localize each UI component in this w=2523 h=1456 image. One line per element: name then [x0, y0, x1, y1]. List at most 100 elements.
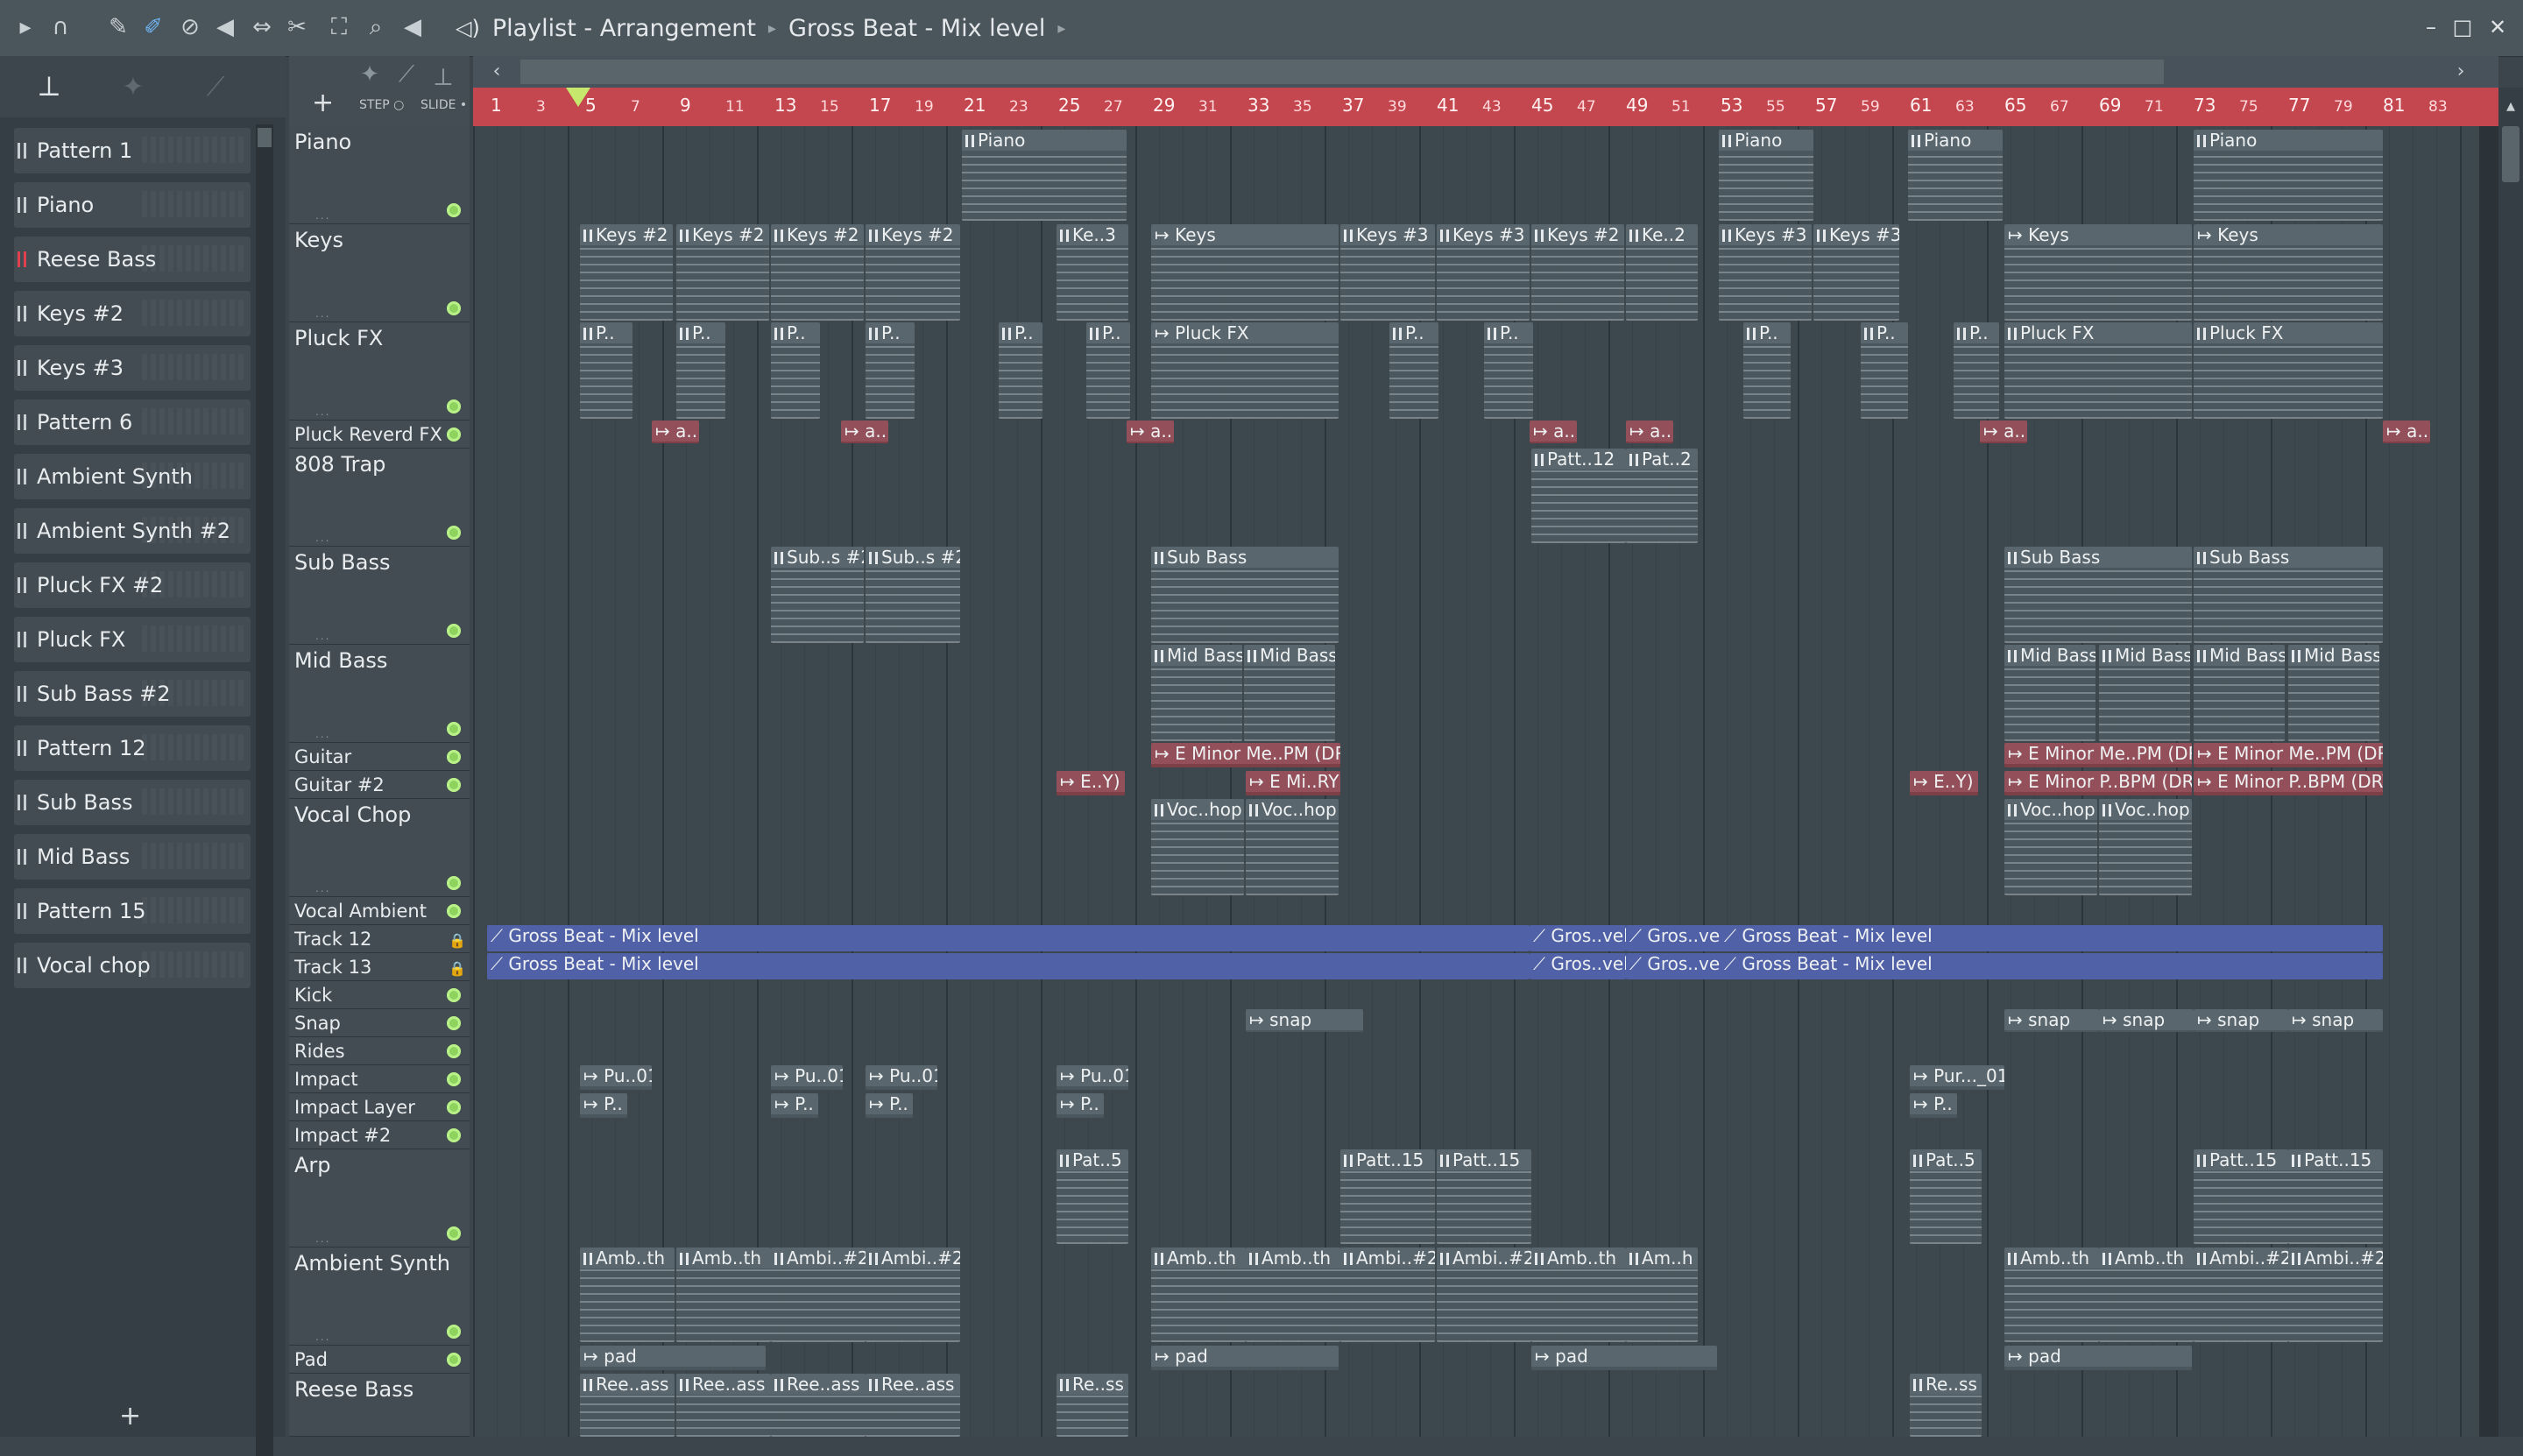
playlist-clip[interactable]: ↦ Pu..01 [771, 1065, 843, 1090]
add-track-button[interactable]: + [312, 88, 334, 118]
playlist-clip[interactable]: Ke..2 [1626, 224, 1698, 321]
playlist-clip[interactable]: ↦ E..Y) [1910, 771, 1978, 795]
playlist-clip[interactable]: Sub Bass [2194, 547, 2383, 643]
step-toggle[interactable]: STEP ○ [359, 98, 404, 112]
playlist-clip[interactable]: Keys #2 [866, 224, 960, 321]
playlist-clip[interactable]: Pat..5 [1910, 1149, 1982, 1244]
track-enable-led[interactable] [447, 988, 461, 1002]
playlist-clip[interactable]: Ree..ass [676, 1374, 771, 1437]
playlist-clip[interactable]: Pat..5 [1057, 1149, 1128, 1244]
playlist-clip[interactable]: ↦ P.. [1910, 1093, 1957, 1118]
track-header[interactable]: Mid Bass... [289, 645, 470, 743]
playlist-clip[interactable]: ↦ P.. [580, 1093, 627, 1118]
playlist-clip[interactable]: ↦ snap [2099, 1009, 2194, 1032]
playlist-clip[interactable]: ↦ pad [1151, 1346, 1339, 1370]
playlist-clip[interactable]: ↦ E Minor Me..PM (DRY) [2194, 743, 2383, 767]
track-enable-led[interactable] [447, 1325, 461, 1339]
playlist-clip[interactable]: Ambi..#2 [771, 1247, 866, 1342]
maximize-icon[interactable]: □ [2448, 12, 2477, 42]
playlist-clip[interactable]: ↦ Keys [2194, 224, 2383, 321]
pattern-item[interactable]: Sub Bass [14, 780, 251, 825]
automation-clip-icon[interactable]: ⟋ [391, 61, 422, 88]
playlist-clip[interactable]: Keys #2 [676, 224, 769, 321]
track-enable-led[interactable] [447, 750, 461, 764]
slide-toggle[interactable]: SLIDE • [420, 98, 467, 112]
playlist-clip[interactable]: Keys #2 [1531, 224, 1624, 321]
playlist-clip[interactable]: P.. [1743, 322, 1791, 419]
play-arrow-icon[interactable]: ▸ [11, 12, 40, 42]
speaker-icon[interactable]: ◁) [456, 16, 480, 40]
playlist-clip[interactable]: Ambi..#2 [1340, 1247, 1435, 1342]
time-ruler[interactable]: 1 5 9 13 17 21 25 29 33 37 41 45 49 53 57 61 65 69 73 77 81 3… [473, 88, 2498, 126]
playlist-clip[interactable]: ↦ snap [1246, 1009, 1363, 1032]
pencil-icon[interactable]: ✎ [103, 12, 133, 42]
pattern-item[interactable]: Pattern 1 [14, 128, 251, 173]
pattern-item[interactable]: Mid Bass [14, 834, 251, 880]
playlist-clip[interactable]: P.. [1484, 322, 1533, 419]
playlist-clip[interactable]: ↦ P.. [1057, 1093, 1104, 1118]
pattern-item[interactable]: Keys #3 [14, 345, 251, 391]
playlist-clip[interactable]: ↦ pad [1531, 1346, 1717, 1370]
minimize-icon[interactable]: – [2416, 12, 2446, 42]
playlist-clip[interactable]: Voc..hop [2004, 799, 2097, 895]
track-enable-led[interactable] [447, 301, 461, 315]
timeline-overview[interactable]: ‹ › [473, 56, 2498, 88]
track-header[interactable]: Impact Layer [289, 1093, 470, 1121]
slip-icon[interactable]: ⇔ [247, 12, 277, 42]
track-enable-led[interactable] [447, 722, 461, 736]
playlist-clip[interactable]: ↦ snap [2288, 1009, 2383, 1032]
pattern-item[interactable]: Pluck FX #2 [14, 562, 251, 608]
pattern-item[interactable]: Keys #2 [14, 291, 251, 336]
track-header[interactable]: Guitar [289, 743, 470, 771]
track-enable-led[interactable] [447, 1016, 461, 1030]
playlist-clip[interactable]: P.. [1954, 322, 1999, 419]
playlist-clip[interactable]: ↦ pad [2004, 1346, 2192, 1370]
playlist-clip[interactable]: Voc..hop [1246, 799, 1339, 895]
playlist-clip[interactable]: ↦ pad [580, 1346, 766, 1370]
playlist-clip[interactable]: Ree..ass [580, 1374, 675, 1437]
playlist-clip[interactable]: ↦ a.. [2383, 421, 2430, 443]
track-header[interactable]: Ambient Synth... [289, 1247, 470, 1346]
playlist-clip[interactable]: Keys #2 [771, 224, 864, 321]
track-header[interactable]: Track 13 🔒 [289, 953, 470, 981]
playlist-clip[interactable]: ⟋ Gros..vel [1530, 925, 1626, 951]
overview-thumb[interactable] [520, 60, 2164, 84]
scroll-up-icon[interactable]: ▴ [2500, 95, 2521, 116]
lock-icon[interactable]: 🔒 [449, 932, 466, 949]
track-enable-led[interactable] [447, 1226, 461, 1240]
mute-icon[interactable]: ◀ [210, 12, 240, 42]
playlist-clip[interactable]: Amb..th [2099, 1247, 2194, 1342]
track-header[interactable]: Sub Bass... [289, 547, 470, 645]
breadcrumb-arrow-icon[interactable]: ▸ [1057, 19, 1065, 38]
playlist-clip[interactable]: Sub Bass [1151, 547, 1339, 643]
playlist-clip[interactable]: Piano [962, 130, 1127, 221]
track-resize-handle[interactable]: ... [315, 209, 330, 222]
playlist-clip[interactable]: Patt..15 [2194, 1149, 2288, 1244]
playlist-clip[interactable]: Sub..s #2 [866, 547, 960, 643]
playlist-clip[interactable]: Keys #3 [1813, 224, 1899, 321]
playlist-clip[interactable]: Mid Bass [2004, 645, 2095, 741]
track-header[interactable]: Track 12 🔒 [289, 925, 470, 953]
track-header[interactable]: Piano... [289, 126, 470, 224]
track-header[interactable]: Vocal Chop... [289, 799, 470, 897]
playlist-clip[interactable]: ⟋ Gros..vel [1530, 953, 1626, 979]
playlist-clip[interactable]: ↦ a.. [1626, 421, 1673, 443]
playlist-clip[interactable]: Ambi..#2 [866, 1247, 960, 1342]
track-resize-handle[interactable]: ... [315, 307, 330, 320]
playlist-clip[interactable]: Patt..15 [2288, 1149, 2383, 1244]
track-enable-led[interactable] [447, 1353, 461, 1367]
playlist-clip[interactable]: Piano [1719, 130, 1813, 221]
playlist-clip[interactable]: Ree..ass [771, 1374, 866, 1437]
breadcrumb-item[interactable]: Gross Beat - Mix level [788, 15, 1045, 42]
playlist-clip[interactable]: Amb..th [676, 1247, 771, 1342]
pattern-item[interactable]: Ambient Synth #2 [14, 508, 251, 554]
playlist-clip[interactable]: Ree..ass [866, 1374, 960, 1437]
pattern-item[interactable]: Sub Bass #2 [14, 671, 251, 717]
track-header[interactable]: Impact #2 [289, 1121, 470, 1149]
automation-icon[interactable]: ⟋ [198, 72, 233, 103]
select-icon[interactable]: ⛶ [324, 12, 354, 42]
track-header[interactable]: Rides [289, 1037, 470, 1065]
paint-brush-icon[interactable]: ✐ [138, 12, 168, 42]
track-enable-led[interactable] [447, 1072, 461, 1086]
track-header[interactable]: Snap [289, 1009, 470, 1037]
